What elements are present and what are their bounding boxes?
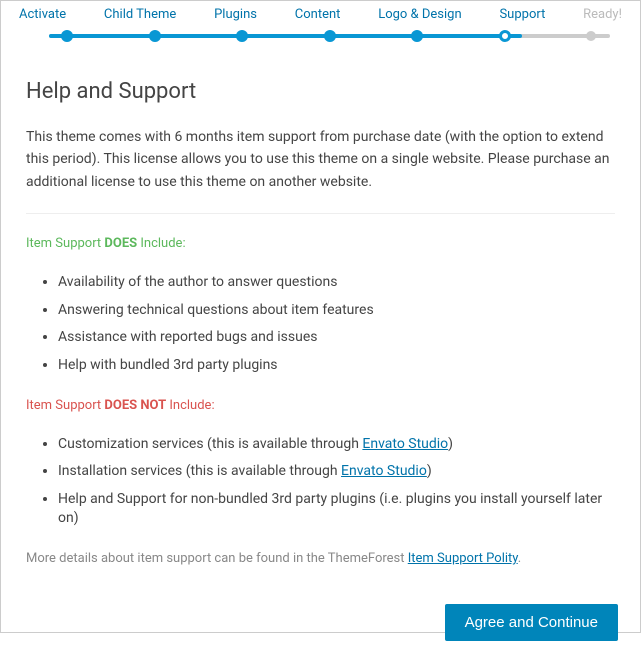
- step-dot-future-icon: [586, 31, 596, 41]
- step-dot-icon: [411, 30, 423, 42]
- step-dot-icon: [324, 30, 336, 42]
- step-child-theme[interactable]: Child Theme: [104, 7, 176, 22]
- page-title: Help and Support: [26, 79, 615, 104]
- step-dot-icon: [149, 30, 161, 42]
- step-dot-icon: [236, 30, 248, 42]
- step-dot-icon: [61, 30, 73, 42]
- list-item: Installation services (this is available…: [58, 462, 615, 482]
- doesnot-include-list: Customization services (this is availabl…: [26, 435, 615, 529]
- envato-studio-link[interactable]: Envato Studio: [362, 436, 448, 452]
- step-plugins[interactable]: Plugins: [214, 7, 257, 22]
- list-item: Availability of the author to answer que…: [58, 273, 615, 293]
- step-activate[interactable]: Activate: [19, 7, 66, 22]
- item-support-policy-link[interactable]: Item Support Polity: [408, 551, 518, 566]
- step-ready: Ready!: [583, 7, 622, 22]
- doesnot-include-label: Item Support DOES NOT Include:: [26, 398, 615, 413]
- does-include-label: Item Support DOES Include:: [26, 236, 615, 251]
- step-logo-design[interactable]: Logo & Design: [378, 7, 461, 22]
- step-dot-current-icon: [499, 30, 511, 42]
- wizard-stepper: Activate Child Theme Plugins Content Log…: [1, 1, 640, 44]
- agree-continue-button[interactable]: Agree and Continue: [445, 604, 618, 641]
- envato-studio-link[interactable]: Envato Studio: [341, 463, 427, 479]
- divider: [26, 213, 615, 214]
- list-item: Customization services (this is availabl…: [58, 435, 615, 455]
- intro-text: This theme comes with 6 months item supp…: [26, 126, 615, 193]
- more-details-text: More details about item support can be f…: [26, 551, 615, 566]
- step-content[interactable]: Content: [295, 7, 341, 22]
- progress-bar: [19, 28, 622, 44]
- list-item: Assistance with reported bugs and issues: [58, 328, 615, 348]
- content-panel: Help and Support This theme comes with 6…: [1, 44, 640, 586]
- footer-actions: Agree and Continue: [1, 586, 640, 659]
- list-item: Answering technical questions about item…: [58, 301, 615, 321]
- does-include-list: Availability of the author to answer que…: [26, 273, 615, 375]
- step-support[interactable]: Support: [499, 7, 545, 22]
- list-item: Help and Support for non-bundled 3rd par…: [58, 490, 615, 529]
- list-item: Help with bundled 3rd party plugins: [58, 356, 615, 376]
